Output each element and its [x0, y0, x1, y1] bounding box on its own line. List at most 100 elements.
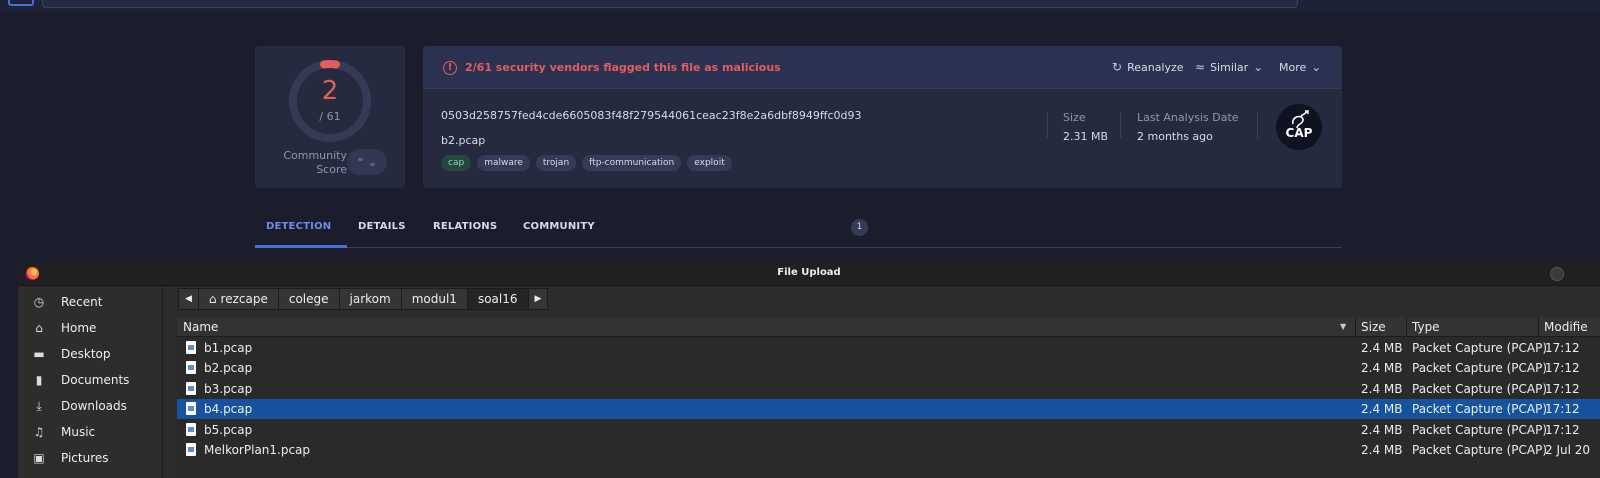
path-back-button[interactable]: ◀ [178, 288, 199, 310]
file-summary-card: ! 2/61 security vendors flagged this fil… [423, 46, 1342, 188]
sidebar-item-home[interactable]: ⌂ Home [18, 315, 163, 341]
tab-details[interactable]: DETAILS [358, 221, 406, 232]
path-crumb-label: rezcape [220, 292, 268, 306]
column-divider [1355, 317, 1356, 337]
sidebar-item-music[interactable]: ♫ Music [18, 419, 163, 445]
column-name[interactable]: Name [183, 320, 218, 334]
size-value: 2.31 MB [1063, 130, 1109, 143]
detection-total: / 61 [319, 110, 341, 123]
pcap-file-icon [186, 361, 196, 374]
tag[interactable]: cap [441, 155, 472, 171]
community-count-badge: 1 [851, 219, 868, 236]
dialog-title: File Upload [777, 267, 841, 278]
file-row[interactable]: MelkorPlan1.pcap 2.4 MB Packet Capture (… [177, 440, 1600, 460]
divider [1120, 112, 1121, 138]
file-row[interactable]: b2.pcap 2.4 MB Packet Capture (PCAP) 17:… [177, 358, 1600, 378]
file-modified: 17:12 [1545, 361, 1580, 375]
file-modified: 2 Jul 20 [1545, 443, 1591, 457]
last-analysis-value: 2 months ago [1137, 130, 1213, 143]
sidebar-item-label: Documents [61, 373, 130, 387]
tag-list: cap malware trojan ftp-communication exp… [441, 155, 732, 171]
file-type: Packet Capture (PCAP) [1412, 443, 1548, 457]
tab-relations[interactable]: RELATIONS [433, 221, 497, 232]
pcap-file-icon [186, 341, 196, 354]
logo-icon[interactable] [8, 0, 34, 6]
download-icon: ⤓ [36, 398, 42, 413]
path-crumb[interactable]: modul1 [400, 288, 468, 310]
tag[interactable]: ftp-communication [582, 155, 682, 171]
file-upload-dialog: File Upload ◷ Recent ⌂ Home ▬ Desktop ▮ … [18, 262, 1600, 478]
file-hash[interactable]: 0503d258757fed4cde6605083f48f279544061ce… [441, 109, 862, 122]
path-crumb-current[interactable]: soal16 [466, 288, 529, 310]
reanalyze-button[interactable]: ↻ Reanalyze [1112, 60, 1184, 74]
file-modified: 17:12 [1545, 423, 1580, 437]
column-size[interactable]: Size [1361, 320, 1386, 334]
tab-detection[interactable]: DETECTION [266, 221, 331, 232]
file-list-header: Name ▼ Size Type Modifie [177, 317, 1600, 337]
path-crumb-home[interactable]: ⌂ rezcape [197, 288, 279, 310]
file-name: b2.pcap [441, 134, 486, 147]
file-name: b1.pcap [204, 341, 253, 355]
alert-icon: ! [443, 61, 457, 75]
file-modified: 17:12 [1545, 382, 1580, 396]
similar-icon: ≈ [1195, 60, 1206, 74]
sidebar-item-label: Music [61, 425, 96, 439]
file-name: b5.pcap [204, 423, 253, 437]
column-type[interactable]: Type [1412, 320, 1440, 334]
path-crumb[interactable]: colege [277, 288, 340, 310]
top-bar [0, 0, 1600, 12]
alert-banner: ! 2/61 security vendors flagged this fil… [423, 46, 1342, 89]
sidebar-item-documents[interactable]: ▮ Documents [18, 367, 163, 393]
column-modified[interactable]: Modifie [1544, 320, 1588, 334]
tag[interactable]: exploit [687, 155, 732, 171]
path-crumb[interactable]: jarkom [338, 288, 402, 310]
file-row[interactable]: b1.pcap 2.4 MB Packet Capture (PCAP) 17:… [177, 338, 1600, 358]
document-icon: ▮ [35, 373, 43, 387]
tab-community[interactable]: COMMUNITY [523, 221, 595, 232]
similar-button[interactable]: ≈ Similar ⌄ [1195, 60, 1263, 74]
sidebar-item-label: Desktop [61, 347, 111, 361]
close-icon[interactable] [1550, 267, 1564, 281]
file-row[interactable]: b5.pcap 2.4 MB Packet Capture (PCAP) 17:… [177, 420, 1600, 440]
search-input[interactable] [42, 0, 1298, 8]
more-label: More [1279, 60, 1307, 74]
sidebar-item-recent[interactable]: ◷ Recent [18, 289, 163, 315]
divider [1257, 112, 1258, 138]
column-divider [1538, 317, 1539, 337]
file-size: 2.4 MB [1361, 423, 1403, 437]
file-modified: 17:12 [1545, 341, 1580, 355]
file-type-label: CAP [1285, 126, 1313, 140]
detection-count: 2 [321, 76, 339, 106]
file-type: Packet Capture (PCAP) [1412, 423, 1548, 437]
file-name: b2.pcap [204, 361, 253, 375]
sidebar-item-pictures[interactable]: ▣ Pictures [18, 445, 163, 471]
tag[interactable]: trojan [535, 155, 577, 171]
file-name: b3.pcap [204, 382, 253, 396]
desktop-icon: ▬ [33, 347, 45, 361]
music-icon: ♫ [33, 425, 45, 439]
more-button[interactable]: More ⌄ [1279, 60, 1321, 74]
community-score-toggle[interactable] [347, 149, 387, 175]
sidebar-item-desktop[interactable]: ▬ Desktop [18, 341, 163, 367]
similar-label: Similar [1210, 60, 1249, 74]
sidebar-item-label: Downloads [61, 399, 127, 413]
file-row[interactable]: b3.pcap 2.4 MB Packet Capture (PCAP) 17:… [177, 379, 1600, 399]
file-name: b4.pcap [204, 402, 253, 416]
sidebar-item-label: Recent [61, 295, 103, 309]
file-type: Packet Capture (PCAP) [1412, 341, 1548, 355]
file-size: 2.4 MB [1361, 443, 1403, 457]
tab-bar: DETECTION DETAILS RELATIONS COMMUNITY 1 [255, 208, 1342, 248]
file-row-selected[interactable]: b4.pcap 2.4 MB Packet Capture (PCAP) 17:… [177, 399, 1600, 419]
pcap-file-icon [186, 382, 196, 395]
file-size: 2.4 MB [1361, 402, 1403, 416]
home-icon: ⌂ [35, 321, 43, 335]
divider [1047, 112, 1048, 138]
home-icon: ⌂ [208, 292, 217, 306]
file-list: Name ▼ Size Type Modifie b1.pcap 2.4 MB … [177, 317, 1600, 478]
tag[interactable]: malware [477, 155, 530, 171]
places-sidebar: ◷ Recent ⌂ Home ▬ Desktop ▮ Documents ⤓ … [18, 286, 163, 478]
sort-down-icon: ▼ [1340, 322, 1347, 331]
path-forward-button[interactable]: ▶ [527, 288, 549, 310]
sidebar-item-downloads[interactable]: ⤓ Downloads [18, 393, 163, 419]
picture-icon: ▣ [33, 451, 45, 465]
